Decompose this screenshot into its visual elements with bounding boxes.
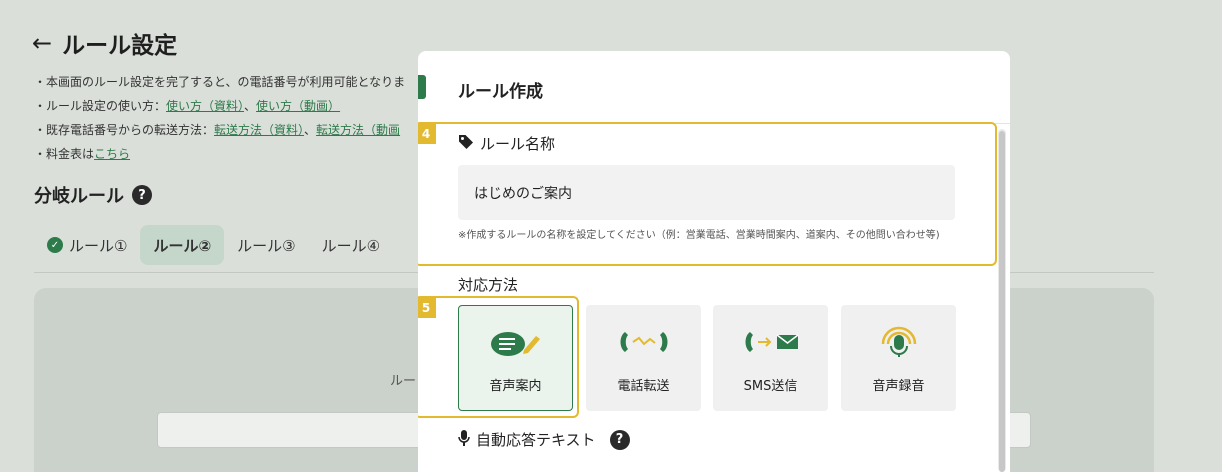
rule-name-label-text: ルール名称 [480,135,556,153]
branch-rules-heading: 分岐ルール ? [34,182,152,208]
sms-send-icon [742,327,800,357]
method-sms-send[interactable]: SMS送信 [713,305,828,411]
notes: ・本画面のルール設定を完了すると、の電話番号が利用可能となりま ・ルール設定の使… [34,70,405,166]
auto-response-label: 自動応答テキスト ? [458,429,630,450]
note-text: ・ルール設定の使い方： [34,99,167,113]
title-accent-bar [418,75,426,99]
panel-message: ルー [390,374,417,389]
note-separator: 、 [244,99,257,113]
tab-label: ルール② [153,236,212,255]
note-line-1: ・本画面のルール設定を完了すると、の電話番号が利用可能となりま [34,75,406,89]
tab-label: ルール③ [237,236,296,255]
voice-guide-icon [490,328,542,358]
note-text: ・料金表は [34,147,95,161]
microphone-icon [458,429,470,450]
method-label: 対応方法 [458,274,518,295]
call-transfer-icon [617,327,671,357]
method-label: SMS送信 [743,379,798,394]
rule-name-label: ルール名称 [458,133,555,154]
tab-rule-3[interactable]: ルール③ [224,225,308,265]
tag-icon [458,134,474,154]
tab-rule-2[interactable]: ルール② [140,225,225,265]
page-title-text: ルール設定 [62,33,178,59]
method-label: 音声案内 [489,379,542,394]
price-link[interactable]: こちら [94,147,130,161]
usage-doc-link[interactable]: 使い方（資料） [166,99,244,113]
method-label-text: 対応方法 [458,276,519,294]
note-text: ・既存電話番号からの転送方法： [34,123,215,137]
step-5-badge: 5 [418,298,436,318]
tab-label: ルール① [69,236,128,255]
modal-title: ルール作成 [458,82,543,102]
check-circle-icon: ✓ [47,237,63,253]
note-line-2: ・ルール設定の使い方：使い方（資料）、使い方（動画） [34,94,405,118]
tab-label: ルール④ [321,236,381,255]
method-label: 音声録音 [872,379,925,394]
transfer-doc-link[interactable]: 転送方法（資料） [214,123,304,137]
method-call-transfer[interactable]: 電話転送 [586,305,701,411]
transfer-video-link[interactable]: 転送方法（動画 [316,123,400,137]
step-4-badge: 4 [418,124,436,144]
method-voice-guide[interactable]: 音声案内 [458,305,573,411]
method-voice-record[interactable]: 音声録音 [841,305,956,411]
note-line-4: ・料金表はこちら [34,142,405,166]
scrollbar-thumb[interactable] [999,131,1005,472]
help-icon[interactable]: ? [132,185,152,205]
rule-name-hint: ※作成するルールの名称を設定してください（例：営業電話、営業時間案内、道案内、そ… [458,230,940,241]
note-separator: 、 [304,123,317,137]
note-line-3: ・既存電話番号からの転送方法：転送方法（資料）、転送方法（動画 [34,118,405,142]
tab-rule-1[interactable]: ✓ ルール① [34,225,140,265]
help-icon[interactable]: ? [609,429,630,450]
rule-name-input[interactable]: はじめのご案内 [458,165,955,220]
method-label: 電話転送 [617,379,670,394]
rule-create-modal: ルール作成 4 ルール名称 はじめのご案内 ※作成するルールの名称を設定してくだ… [418,51,1010,472]
auto-response-label-text: 自動応答テキスト [476,431,596,449]
voice-record-icon [879,326,919,357]
tab-rule-4[interactable]: ルール④ [309,225,393,265]
page-title: ← ルール設定 [32,26,177,60]
back-arrow-icon[interactable]: ← [32,29,52,57]
usage-video-link[interactable]: 使い方（動画） [256,99,340,113]
branch-rules-title: 分岐ルール [34,186,124,207]
rule-tabs: ✓ ルール① ルール② ルール③ ルール④ [34,225,393,265]
